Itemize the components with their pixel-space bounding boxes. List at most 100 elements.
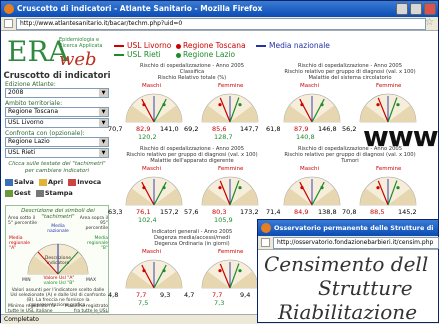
- gauge-value-b: 7,3: [214, 299, 225, 307]
- legend-media-nazionale: Media nazionale: [47, 224, 69, 234]
- label-femmine: Femmine: [376, 166, 402, 172]
- dot-regione-a: [218, 269, 222, 273]
- dot-regione-a: [300, 186, 304, 190]
- gauge-dial: [201, 93, 259, 123]
- compare2-select[interactable]: USL Rieti ▼: [5, 148, 109, 158]
- area2-select[interactable]: USL Livorno ▼: [5, 118, 109, 128]
- sidebar-note: Clicca sulle testate dei "tachimetri" pe…: [8, 161, 106, 174]
- census-title-2: Strutture: [318, 276, 413, 300]
- gauge-value: 88,5: [370, 208, 385, 216]
- compare-select[interactable]: Regione Lazio ▼: [5, 137, 109, 147]
- maximize-button[interactable]: [410, 3, 422, 15]
- dot-regione-b: [238, 186, 242, 190]
- census-title-3: Riabilitazione: [278, 300, 418, 322]
- legend-high: Area sopra il 95° percentile: [79, 216, 108, 231]
- gauge-title[interactable]: Indicatori generali - Anno 2005 Degenza …: [114, 229, 270, 247]
- dot-regione-b: [396, 103, 400, 107]
- window-title: Cruscotto di indicatori - Atlante Sanita…: [17, 4, 263, 13]
- gauge-value-b: 102,4: [138, 216, 157, 224]
- edition-select[interactable]: 2008 ▼: [5, 88, 109, 98]
- gauge-dial: [201, 259, 259, 289]
- gauge-value: 9,4: [240, 291, 251, 299]
- gauge-value: 9,3: [160, 291, 171, 299]
- firefox-icon: [261, 223, 271, 233]
- close-button[interactable]: [424, 3, 436, 15]
- invoke-action[interactable]: Invoca: [68, 178, 101, 186]
- dot-regione-b: [162, 269, 166, 273]
- dot-regione-b: [162, 186, 166, 190]
- sidebar-title: Cruscotto di indicatori: [3, 71, 111, 81]
- gauge-value-b: 128,7: [214, 133, 233, 141]
- gauge-value-b: 105,9: [214, 216, 233, 224]
- gauge-value: 4,8: [108, 291, 119, 299]
- gauge-dial: [125, 259, 183, 289]
- print-icon: [35, 189, 44, 197]
- dot-regione-a: [376, 103, 380, 107]
- gauge-value: 82,9: [136, 125, 151, 133]
- gauge-legend: Descrizione dei simboli dei "tachimetri"…: [5, 205, 109, 319]
- print-action[interactable]: Stampa: [35, 189, 73, 197]
- gauge-value: 138,8: [318, 208, 337, 216]
- legend-usl-livorno: USL Livorno: [114, 41, 171, 50]
- gauge-value: 76,1: [136, 208, 151, 216]
- chevron-down-icon: ▼: [99, 89, 108, 97]
- gauge-value: 141,0: [160, 125, 179, 133]
- legend-max: MAX: [86, 278, 97, 283]
- minimize-button[interactable]: [396, 3, 408, 15]
- gauge-value: 145,2: [398, 208, 417, 216]
- gauge-value: 146,8: [318, 125, 337, 133]
- legend-val-b: valore Usl "B": [43, 281, 75, 286]
- legend-regione-lazio: Regione Lazio: [176, 50, 235, 59]
- page-icon: [261, 238, 270, 247]
- gauge-title[interactable]: Rischio di ospedalizzazione - Anno 2005 …: [272, 63, 428, 81]
- open-icon: [39, 178, 47, 186]
- legend-regione-toscana: Regione Toscana: [176, 41, 246, 50]
- url-field-2[interactable]: http://osservatorio.fondazionebarbieri.i…: [273, 237, 439, 249]
- gauge-value: 71,4: [266, 208, 281, 216]
- era-web-logo: ERA Epidemiologia e Ricerca Applicata we…: [7, 33, 111, 71]
- gauge-title[interactable]: Rischio di ospedalizzazione - Anno 2005 …: [272, 146, 428, 164]
- second-browser-window[interactable]: Osservatorio permanente delle Strutture …: [257, 219, 439, 323]
- gauge-value: 7,7: [212, 291, 223, 299]
- gauge-value: 63,3: [108, 208, 123, 216]
- legend-media-nazionale-header: Media nazionale: [256, 41, 330, 50]
- legend-min: MIN: [22, 278, 31, 283]
- url-field[interactable]: http://www.atlantesanitario.it/bacar/tec…: [16, 18, 426, 30]
- gauge-title[interactable]: Rischio di ospedalizzazione - Anno 2005 …: [114, 63, 270, 81]
- gauge-value: 147,7: [240, 125, 259, 133]
- edition-label: Edizione Atlante:: [5, 81, 56, 88]
- logo-subtitle: Epidemiologia e Ricerca Applicata: [59, 37, 103, 49]
- area-select[interactable]: Regione Toscana ▼: [5, 107, 109, 117]
- legend-low: Area sotto il 5° percentile: [8, 216, 38, 226]
- dot-regione-a: [218, 186, 222, 190]
- gauge-value: 7,7: [136, 291, 147, 299]
- save-action[interactable]: Salva: [5, 178, 34, 186]
- gauge-dial: [359, 176, 417, 206]
- gauge-value: 173,2: [240, 208, 259, 216]
- dot-regione-b: [320, 103, 324, 107]
- address-bar: http://www.atlantesanitario.it/bacar/tec…: [1, 17, 438, 31]
- gauge-value: 69,2: [184, 125, 199, 133]
- open-action[interactable]: Apri: [39, 178, 63, 186]
- dot-regione-b: [162, 103, 166, 107]
- census-title-1: Censimento dell: [264, 252, 429, 276]
- bookmark-star-icon[interactable]: ☆: [425, 17, 434, 28]
- dot-regione-a: [376, 186, 380, 190]
- action-row-2: Gest Stampa: [5, 189, 76, 197]
- title-bar-2: Osservatorio permanente delle Strutture …: [258, 220, 438, 248]
- dot-regione-b: [320, 186, 324, 190]
- label-maschi: Maschi: [142, 249, 162, 255]
- label-femmine: Femmine: [218, 249, 244, 255]
- gauge-dial: [283, 176, 341, 206]
- page-icon: [4, 19, 13, 28]
- gauge-value: 61,8: [266, 125, 281, 133]
- title-bar: Cruscotto di indicatori - Atlante Sanita…: [1, 1, 438, 17]
- dot-regione-b: [238, 269, 242, 273]
- label-maschi: Maschi: [142, 83, 162, 89]
- manage-action[interactable]: Gest: [5, 189, 31, 197]
- compare-label: Confronta con (opzionale):: [5, 130, 85, 137]
- gauge-title[interactable]: Rischio di ospedalizzazione - Anno 2005 …: [114, 146, 270, 164]
- window2-content: Censimento dell Strutture Riabilitazione: [258, 250, 438, 322]
- gauge-value: 57,6: [184, 208, 199, 216]
- dot-regione-b: [396, 186, 400, 190]
